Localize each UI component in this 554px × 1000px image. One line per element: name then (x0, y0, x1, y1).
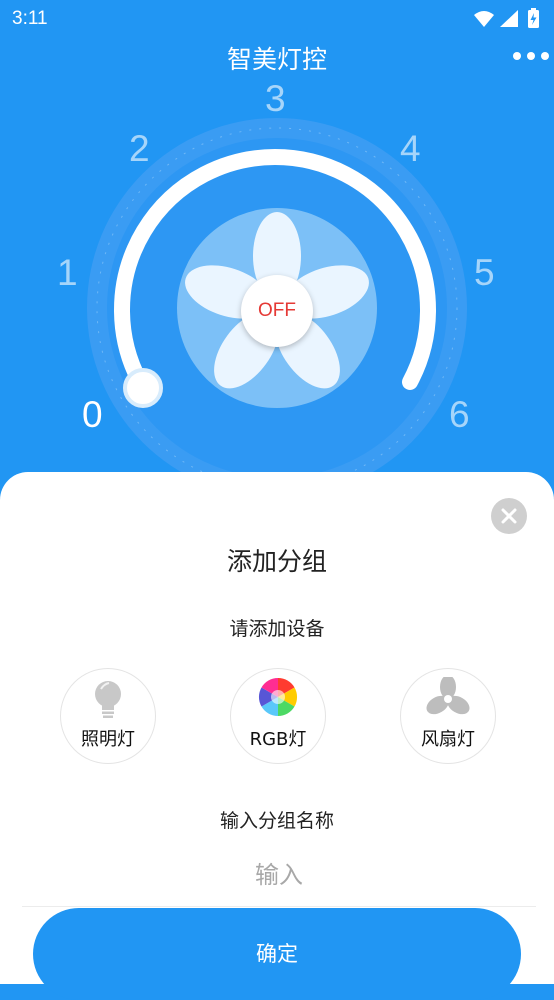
group-name-input[interactable] (22, 844, 536, 907)
signal-icon (500, 10, 518, 27)
dial-label-1: 1 (57, 252, 78, 293)
more-button[interactable] (512, 46, 552, 66)
device-rgb-button[interactable]: RGB灯 (230, 668, 326, 764)
device-rgb-label: RGB灯 (249, 729, 307, 750)
dial-label-5: 5 (474, 252, 495, 293)
dial-label-0: 0 (82, 394, 103, 435)
add-group-sheet: 添加分组 请添加设备 照明灯 RGB灯 风扇灯 输入分组名称 输入 确定 (0, 472, 554, 1000)
status-icons (474, 8, 539, 28)
dial-knob[interactable] (123, 368, 163, 408)
dial-label-4: 4 (400, 128, 421, 169)
power-off-button[interactable]: OFF (241, 275, 313, 347)
group-name-label: 输入分组名称 (219, 810, 334, 832)
device-fan-label: 风扇灯 (421, 729, 475, 750)
battery-charging-icon (528, 8, 539, 28)
dial-label-6: 6 (449, 394, 470, 435)
close-icon (501, 508, 517, 524)
dial-label-3: 3 (265, 78, 286, 119)
confirm-button[interactable]: 确定 (33, 908, 521, 1000)
status-time: 3:11 (12, 8, 48, 29)
close-button[interactable] (491, 498, 527, 534)
more-dots-icon (513, 52, 549, 60)
color-wheel-icon (258, 677, 298, 717)
device-lighting-label: 照明灯 (81, 729, 135, 750)
bulb-icon (95, 681, 121, 718)
dial-label-2: 2 (129, 128, 150, 169)
add-device-prompt: 请添加设备 (229, 618, 325, 640)
confirm-button-label: 确定 (256, 942, 298, 966)
wifi-icon (474, 11, 494, 27)
fan-icon (426, 677, 470, 715)
device-fan-button[interactable]: 风扇灯 (400, 668, 496, 764)
sheet-title: 添加分组 (226, 547, 327, 576)
device-lighting-button[interactable]: 照明灯 (60, 668, 156, 764)
status-bar: 3:11 (0, 0, 554, 36)
app-title: 智美灯控 (226, 45, 327, 74)
